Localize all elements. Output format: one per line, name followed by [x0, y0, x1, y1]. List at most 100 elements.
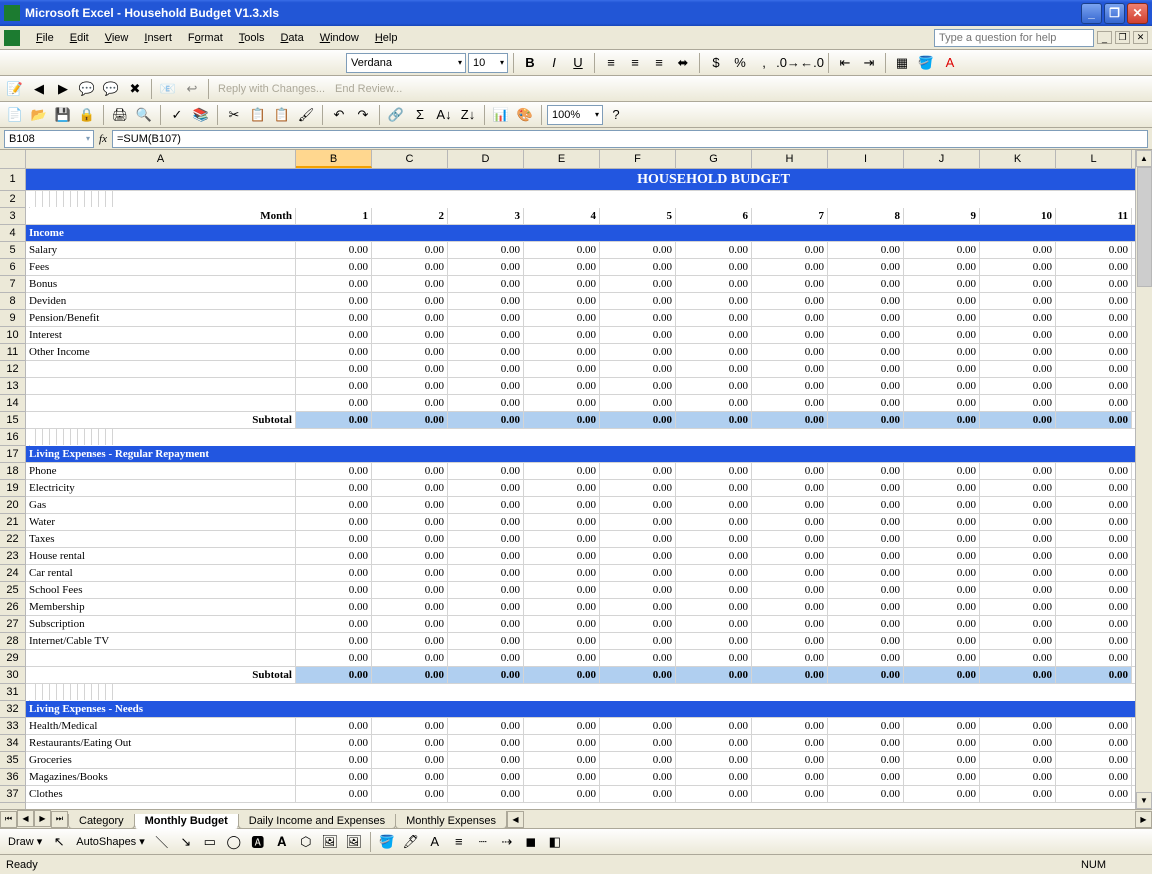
- column-header-J[interactable]: J: [904, 150, 980, 168]
- tab-nav-2[interactable]: ▶: [34, 810, 51, 827]
- hscroll-left-button[interactable]: ◀: [507, 811, 524, 828]
- wordart-button[interactable]: 𝐀: [271, 831, 293, 853]
- sheet-tab-monthly-expenses[interactable]: Monthly Expenses: [395, 814, 507, 829]
- new-comment-button[interactable]: 📝: [4, 78, 26, 100]
- arrow-style-button[interactable]: ⇢: [496, 831, 518, 853]
- decrease-indent-button[interactable]: ⇤: [834, 52, 856, 74]
- name-box[interactable]: B108: [4, 130, 94, 148]
- row-header-28[interactable]: 28: [0, 633, 25, 650]
- menu-insert[interactable]: Insert: [136, 29, 180, 47]
- row-22[interactable]: Taxes0.000.000.000.000.000.000.000.000.0…: [26, 531, 1135, 548]
- doc-restore-button[interactable]: ❐: [1115, 31, 1130, 44]
- row-35[interactable]: Groceries0.000.000.000.000.000.000.000.0…: [26, 752, 1135, 769]
- row-25[interactable]: School Fees0.000.000.000.000.000.000.000…: [26, 582, 1135, 599]
- next-comment-button[interactable]: ▶: [52, 78, 74, 100]
- column-header-G[interactable]: G: [676, 150, 752, 168]
- menu-data[interactable]: Data: [272, 29, 311, 47]
- row-header-2[interactable]: 2: [0, 191, 25, 208]
- menu-file[interactable]: File: [28, 29, 62, 47]
- tab-nav-0[interactable]: ⏮: [0, 811, 17, 828]
- increase-indent-button[interactable]: ⇥: [858, 52, 880, 74]
- row-37[interactable]: Clothes0.000.000.000.000.000.000.000.000…: [26, 786, 1135, 803]
- new-button[interactable]: 📄: [4, 104, 26, 126]
- row-3[interactable]: Month1234567891011: [26, 208, 1135, 225]
- sort-desc-button[interactable]: Z↓: [457, 104, 479, 126]
- row-header-8[interactable]: 8: [0, 293, 25, 310]
- font-color-button[interactable]: A: [939, 52, 961, 74]
- line-color-button[interactable]: 🖊: [400, 831, 422, 853]
- row-7[interactable]: Bonus0.000.000.000.000.000.000.000.000.0…: [26, 276, 1135, 293]
- dash-style-button[interactable]: ┈: [472, 831, 494, 853]
- font-name-combo[interactable]: Verdana: [346, 53, 466, 73]
- diagram-button[interactable]: ⬡: [295, 831, 317, 853]
- align-left-button[interactable]: ≡: [600, 52, 622, 74]
- scroll-thumb[interactable]: [1137, 167, 1152, 287]
- row-19[interactable]: Electricity0.000.000.000.000.000.000.000…: [26, 480, 1135, 497]
- shadow-button[interactable]: ◼: [520, 831, 542, 853]
- formula-input[interactable]: =SUM(B107): [112, 130, 1148, 148]
- fx-icon[interactable]: fx: [94, 133, 112, 145]
- save-button[interactable]: 💾: [52, 104, 74, 126]
- help-button[interactable]: ?: [605, 104, 627, 126]
- row-31[interactable]: [29, 684, 30, 701]
- row-8[interactable]: Deviden0.000.000.000.000.000.000.000.000…: [26, 293, 1135, 310]
- align-right-button[interactable]: ≡: [648, 52, 670, 74]
- clipart-button[interactable]: 🖼: [319, 831, 341, 853]
- row-27[interactable]: Subscription0.000.000.000.000.000.000.00…: [26, 616, 1135, 633]
- row-24[interactable]: Car rental0.000.000.000.000.000.000.000.…: [26, 565, 1135, 582]
- doc-close-button[interactable]: ✕: [1133, 31, 1148, 44]
- row-34[interactable]: Restaurants/Eating Out0.000.000.000.000.…: [26, 735, 1135, 752]
- column-header-H[interactable]: H: [752, 150, 828, 168]
- copy-button[interactable]: 📋: [247, 104, 269, 126]
- column-header-I[interactable]: I: [828, 150, 904, 168]
- row-header-17[interactable]: 17: [0, 446, 25, 463]
- row-14[interactable]: 0.000.000.000.000.000.000.000.000.000.00…: [26, 395, 1135, 412]
- row-15[interactable]: Subtotal0.000.000.000.000.000.000.000.00…: [26, 412, 1135, 429]
- borders-button[interactable]: ▦: [891, 52, 913, 74]
- row-header-1[interactable]: 1: [0, 169, 25, 191]
- row-28[interactable]: Internet/Cable TV0.000.000.000.000.000.0…: [26, 633, 1135, 650]
- row-header-5[interactable]: 5: [0, 242, 25, 259]
- row-4[interactable]: Income: [26, 225, 1135, 242]
- italic-button[interactable]: I: [543, 52, 565, 74]
- row-29[interactable]: 0.000.000.000.000.000.000.000.000.000.00…: [26, 650, 1135, 667]
- sheet-tab-category[interactable]: Category: [68, 814, 135, 829]
- row-5[interactable]: Salary0.000.000.000.000.000.000.000.000.…: [26, 242, 1135, 259]
- row-11[interactable]: Other Income0.000.000.000.000.000.000.00…: [26, 344, 1135, 361]
- row-23[interactable]: House rental0.000.000.000.000.000.000.00…: [26, 548, 1135, 565]
- row-header-19[interactable]: 19: [0, 480, 25, 497]
- row-header-26[interactable]: 26: [0, 599, 25, 616]
- underline-button[interactable]: U: [567, 52, 589, 74]
- drawing-button[interactable]: 🎨: [514, 104, 536, 126]
- row-33[interactable]: Health/Medical0.000.000.000.000.000.000.…: [26, 718, 1135, 735]
- row-header-30[interactable]: 30: [0, 667, 25, 684]
- autosum-button[interactable]: Σ: [409, 104, 431, 126]
- row-1[interactable]: HOUSEHOLD BUDGET: [26, 169, 1135, 191]
- row-6[interactable]: Fees0.000.000.000.000.000.000.000.000.00…: [26, 259, 1135, 276]
- decrease-decimal-button[interactable]: ←.0: [801, 52, 823, 74]
- column-header-F[interactable]: F: [600, 150, 676, 168]
- fill-color-button[interactable]: 🪣: [915, 52, 937, 74]
- row-header-25[interactable]: 25: [0, 582, 25, 599]
- row-header-32[interactable]: 32: [0, 701, 25, 718]
- percent-button[interactable]: %: [729, 52, 751, 74]
- menu-view[interactable]: View: [97, 29, 137, 47]
- menu-window[interactable]: Window: [312, 29, 367, 47]
- row-header-9[interactable]: 9: [0, 310, 25, 327]
- row-21[interactable]: Water0.000.000.000.000.000.000.000.000.0…: [26, 514, 1135, 531]
- arrow-button[interactable]: ↘: [175, 831, 197, 853]
- row-17[interactable]: Living Expenses - Regular Repayment: [26, 446, 1135, 463]
- scroll-up-button[interactable]: ▲: [1136, 150, 1152, 167]
- row-header-34[interactable]: 34: [0, 735, 25, 752]
- print-button[interactable]: 🖨: [109, 104, 131, 126]
- sheet-tab-monthly-budget[interactable]: Monthly Budget: [134, 814, 239, 829]
- row-26[interactable]: Membership0.000.000.000.000.000.000.000.…: [26, 599, 1135, 616]
- hyperlink-button[interactable]: 🔗: [385, 104, 407, 126]
- row-header-27[interactable]: 27: [0, 616, 25, 633]
- row-20[interactable]: Gas0.000.000.000.000.000.000.000.000.000…: [26, 497, 1135, 514]
- row-header-21[interactable]: 21: [0, 514, 25, 531]
- research-button[interactable]: 📚: [190, 104, 212, 126]
- row-header-11[interactable]: 11: [0, 344, 25, 361]
- bold-button[interactable]: B: [519, 52, 541, 74]
- select-all-corner[interactable]: [0, 150, 26, 169]
